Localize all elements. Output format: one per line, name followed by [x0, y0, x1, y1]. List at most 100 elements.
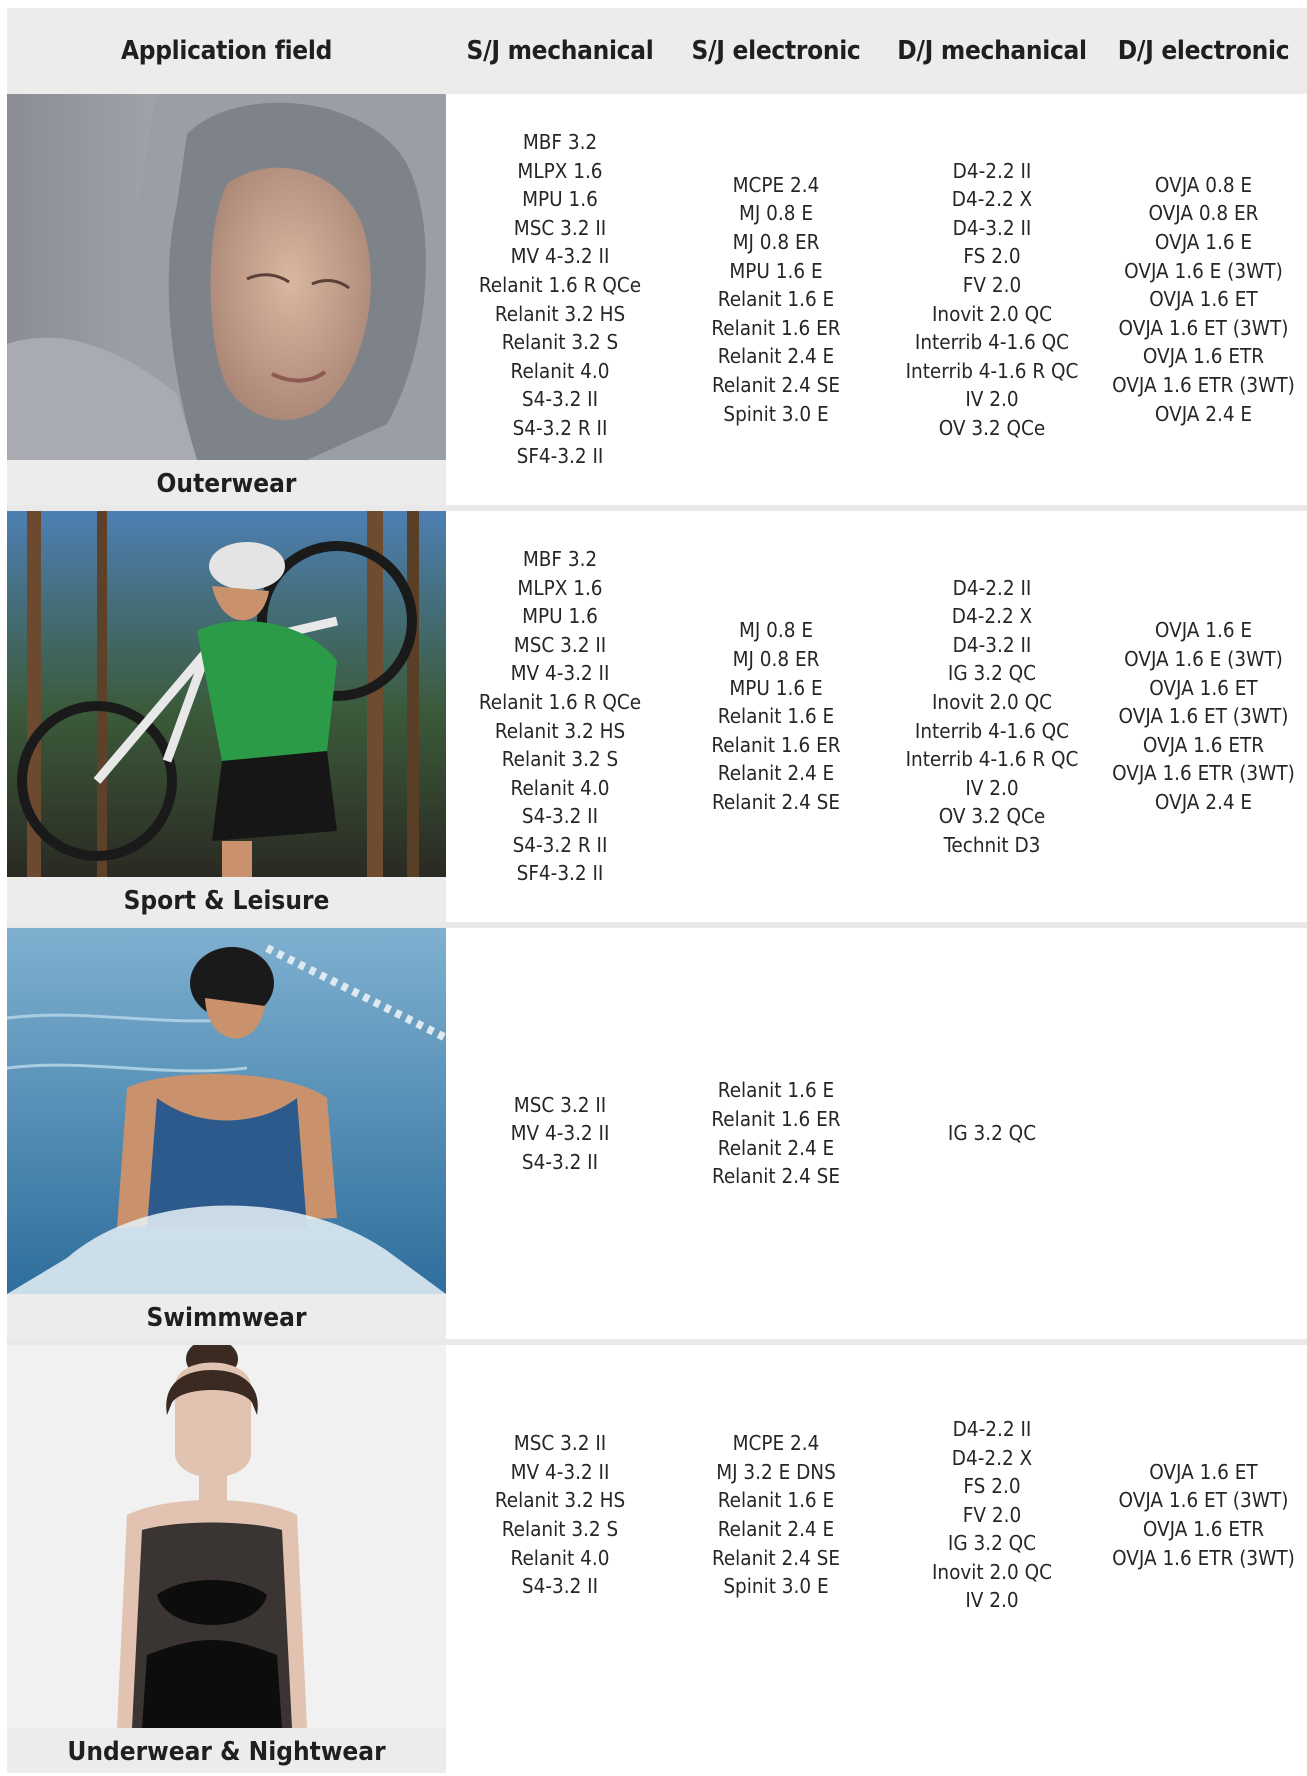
machine-model: S4-3.2 II: [521, 1149, 599, 1174]
header-sj-mechanical: S/J mechanical: [466, 36, 654, 66]
machine-model: S4-3.2 II: [521, 387, 599, 412]
machine-model: D4-2.2 II: [952, 575, 1032, 600]
machine-model: Relanit 2.4 SE: [711, 1545, 841, 1570]
machine-model: MLPX 1.6: [517, 158, 603, 183]
machine-model: Interrib 4-1.6 QC: [914, 330, 1070, 355]
machine-model: IG 3.2 QC: [947, 1531, 1037, 1556]
sj-electronic-cell: MCPE 2.4 MJ 0.8 E MJ 0.8 ER MPU 1.6 E Relani…: [668, 94, 884, 505]
machine-model: Relanit 1.6 E: [717, 1488, 835, 1513]
machine-model: Inovit 2.0 QC: [931, 689, 1053, 714]
machine-model: OVJA 1.6 ET (3WT): [1118, 315, 1289, 340]
machine-model: FV 2.0: [962, 272, 1022, 297]
machine-model: D4-2.2 X: [951, 604, 1033, 629]
machine-model: Relanit 3.2 S: [501, 1517, 619, 1541]
machine-model: OVJA 1.6 ET: [1149, 675, 1258, 700]
machine-model: IV 2.0: [965, 1588, 1019, 1613]
machine-model: OVJA 1.6 ET (3WT): [1118, 704, 1289, 729]
machine-model: Technit D3: [943, 832, 1041, 857]
sj-electronic-cell: MJ 0.8 E MJ 0.8 ER MPU 1.6 E Relanit 1.6 ER…: [668, 511, 884, 922]
machine-model: OVJA 1.6 ETR (3WT): [1112, 1545, 1295, 1570]
machine-model: OVJA 1.6 ETR (3WT): [1112, 372, 1295, 397]
machine-model: MV 4-3.2 II: [510, 661, 610, 686]
machine-model: Relanit 2.4 SE: [711, 1164, 841, 1189]
machine-model: MSC 3.2 II: [513, 1431, 607, 1456]
sj-mechanical-cell: MBF 3.2 MLPX 1.6 MPU 1.6 MSC 3.2 II MV 4-3.2…: [452, 511, 668, 922]
machine-model: Relanit 3.2 S: [501, 747, 619, 772]
machine-model: SF4-3.2 II: [516, 444, 604, 469]
table-row: Underwear & Nightwear MSC 3.2 II MV 4-3.2…: [7, 1345, 1307, 1773]
machine-model: FS 2.0: [963, 244, 1021, 269]
machine-model: MJ 0.8 E: [738, 201, 814, 226]
machine-model: D4-3.2 II: [952, 632, 1032, 657]
dj-mechanical-cell: D4-2.2 II D4-2.2 X FS 2.0 FV 2.0 IG 3.2 QC In…: [884, 1345, 1100, 1685]
header-dj-mechanical: D/J mechanical: [897, 36, 1087, 66]
machine-model: MSC 3.2 II: [513, 632, 607, 657]
dj-electronic-cell: OVJA 1.6 ET OVJA 1.6 ET (3WT) OVJA 1.6 ETR…: [1100, 1345, 1307, 1685]
machine-model: D4-3.2 II: [952, 215, 1032, 240]
machine-model: IG 3.2 QC: [947, 661, 1037, 686]
machine-model: OVJA 1.6 E: [1154, 618, 1253, 643]
machine-model: D4-2.2 II: [952, 158, 1032, 183]
machine-model: MV 4-3.2 II: [510, 244, 610, 269]
machine-model: Relanit 1.6 ER: [711, 1106, 841, 1131]
machine-model: Relanit 2.4 E: [717, 344, 835, 369]
machine-model: MPU 1.6: [522, 604, 598, 629]
header-application-field: Application field: [120, 36, 333, 66]
application-field-label: Swimmwear: [7, 1294, 446, 1339]
machine-model: Interrib 4-1.6 R QC: [905, 358, 1079, 383]
sj-mechanical-cell: MSC 3.2 II MV 4-3.2 II S4-3.2 II: [452, 928, 668, 1339]
machine-model: Relanit 1.6 E: [717, 1078, 835, 1103]
machine-model: MV 4-3.2 II: [510, 1459, 610, 1484]
machine-model: D4-2.2 II: [952, 1416, 1032, 1441]
machine-model: OVJA 1.6 ET: [1149, 287, 1258, 312]
header-dj-electronic: D/J electronic: [1117, 36, 1290, 66]
machine-model: Relanit 4.0: [510, 1545, 610, 1570]
machine-model: OVJA 2.4 E: [1154, 789, 1253, 814]
machine-model: Spinit 3.0 E: [723, 1574, 829, 1599]
machine-model: Relanit 3.2 S: [501, 330, 619, 355]
machine-model: D4-2.2 X: [951, 187, 1033, 212]
machine-model: Relanit 1.6 R QCe: [478, 689, 642, 714]
table-header: Application field S/J mechanical S/J ele…: [7, 8, 1307, 94]
machine-model: Relanit 4.0: [510, 775, 610, 800]
machine-model: IV 2.0: [965, 387, 1019, 412]
machine-model: OVJA 1.6 E (3WT): [1124, 647, 1283, 672]
machine-model: MPU 1.6: [522, 187, 598, 212]
dj-electronic-cell: OVJA 0.8 E OVJA 0.8 ER OVJA 1.6 E OVJA 1.6 …: [1100, 94, 1307, 505]
application-field-label: Outerwear: [7, 460, 446, 505]
machine-model: MJ 3.2 E DNS: [716, 1459, 836, 1484]
dj-mechanical-cell: IG 3.2 QC: [884, 928, 1100, 1339]
machine-model: MV 4-3.2 II: [510, 1121, 610, 1146]
sj-mechanical-cell: MSC 3.2 II MV 4-3.2 II Relanit 3.2 HS Relan…: [452, 1345, 668, 1685]
machine-model: S4-3.2 R II: [512, 415, 608, 440]
machine-model: MPU 1.6 E: [729, 258, 823, 283]
machine-model: Relanit 1.6 R QCe: [478, 272, 642, 297]
machine-model: Relanit 3.2 HS: [494, 301, 626, 326]
table-row: Swimmwear MSC 3.2 II MV 4-3.2 II S4-3.2 II…: [7, 928, 1307, 1339]
machine-model: FV 2.0: [962, 1502, 1022, 1527]
machine-model: Relanit 1.6 ER: [711, 732, 841, 757]
dj-electronic-cell: OVJA 1.6 E OVJA 1.6 E (3WT) OVJA 1.6 ET OVJ…: [1100, 511, 1307, 922]
machine-model: Relanit 3.2 HS: [494, 1488, 626, 1513]
machine-model: MCPE 2.4: [732, 1431, 820, 1456]
table-row: Outerwear MBF 3.2 MLPX 1.6 MPU 1.6 MSC 3.2 …: [7, 94, 1307, 505]
machine-model: MBF 3.2: [522, 129, 598, 154]
machine-model: IV 2.0: [965, 775, 1019, 800]
machine-model: Relanit 2.4 E: [717, 1517, 835, 1541]
cyclist-carrying-bike-photo: [7, 511, 446, 877]
dj-mechanical-cell: D4-2.2 II D4-2.2 X D4-3.2 II IG 3.2 QC Inovi…: [884, 511, 1100, 922]
machine-model: OVJA 1.6 ETR: [1142, 344, 1265, 369]
machine-model: MPU 1.6 E: [729, 675, 823, 700]
machine-model: MBF 3.2: [522, 546, 598, 571]
machine-model: OVJA 1.6 E (3WT): [1124, 258, 1283, 283]
machine-model: OVJA 1.6 ETR (3WT): [1112, 761, 1295, 786]
machine-model: S4-3.2 II: [521, 804, 599, 829]
machine-model: OV 3.2 QCe: [938, 804, 1046, 829]
application-field-label: Sport & Leisure: [7, 877, 446, 922]
machine-model: MCPE 2.4: [732, 172, 820, 197]
machine-model: Relanit 2.4 SE: [711, 789, 841, 814]
machine-model: IG 3.2 QC: [947, 1121, 1037, 1146]
machine-model: Inovit 2.0 QC: [931, 301, 1053, 326]
machine-model: Relanit 2.4 SE: [711, 372, 841, 397]
machine-model: Interrib 4-1.6 R QC: [905, 747, 1079, 772]
